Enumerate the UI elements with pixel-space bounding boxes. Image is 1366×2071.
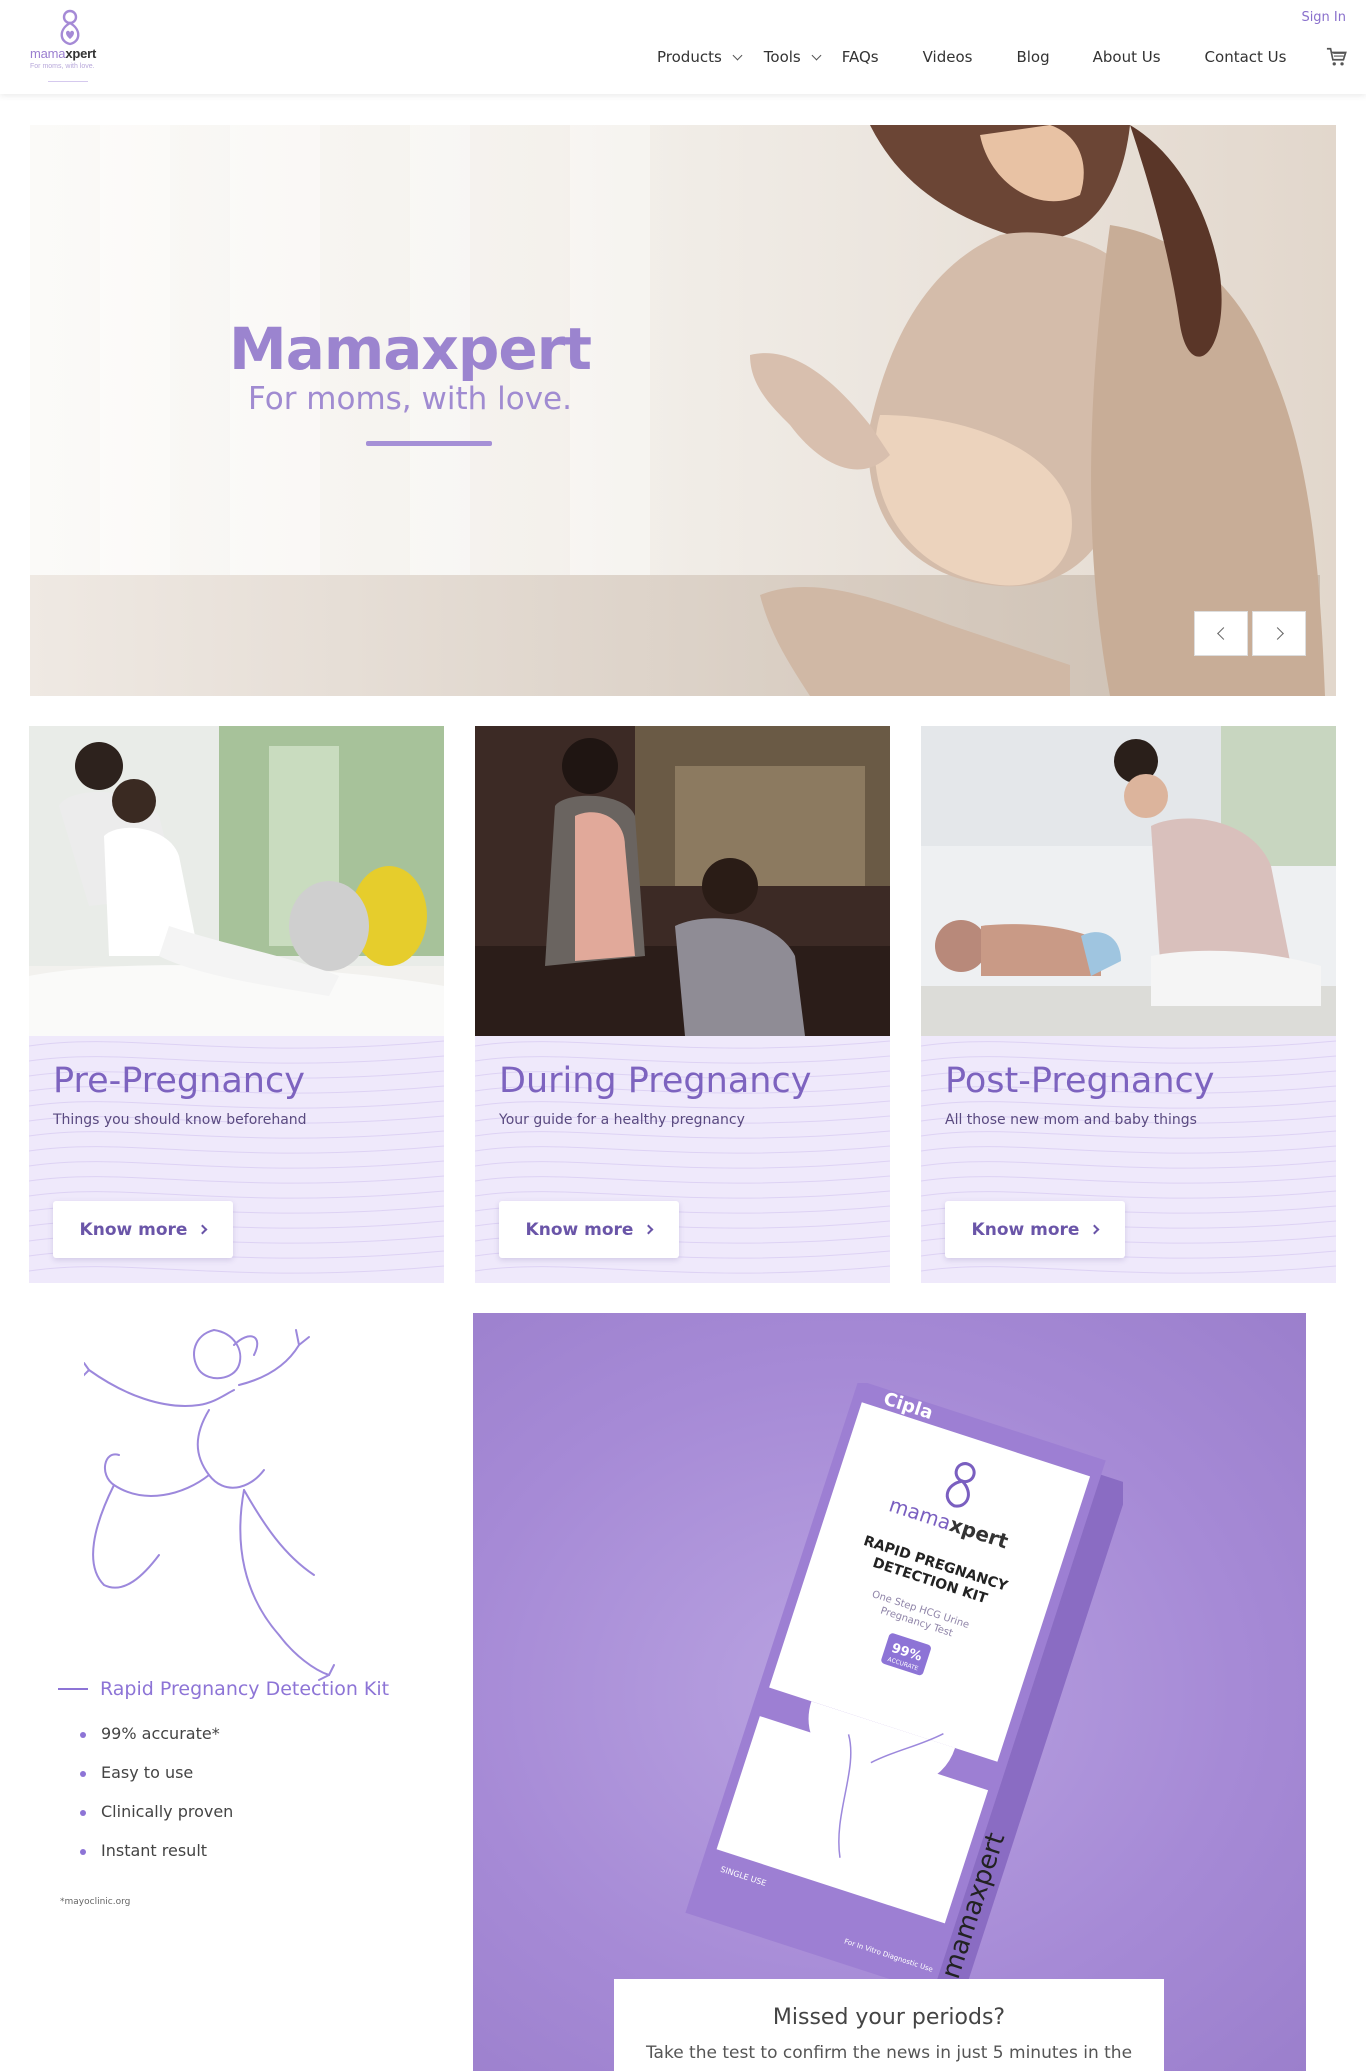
nav-blog[interactable]: Blog — [1016, 48, 1049, 66]
sign-in-link[interactable]: Sign In — [1301, 10, 1346, 25]
mamaxpert-logo[interactable]: mamaxpert For moms, with love. — [28, 6, 113, 84]
pregnancy-kit-box-image: Cipla mamaxpert RAPID PREGNANCY DETECTIO… — [685, 1383, 1123, 2003]
card-subtitle: Things you should know beforehand — [53, 1112, 307, 1128]
kit-heading-text: Rapid Pregnancy Detection Kit — [100, 1678, 390, 1700]
nav-faqs[interactable]: FAQs — [842, 48, 879, 66]
nav-tools-label: Tools — [763, 48, 801, 66]
card-title: Post-Pregnancy — [945, 1061, 1215, 1101]
missed-periods-title: Missed your periods? — [772, 2005, 1006, 2030]
chevron-right-icon — [1089, 1224, 1100, 1235]
carousel-prev-button[interactable] — [1194, 611, 1248, 656]
kit-feature-list: 99% accurate* Easy to use Clinically pro… — [80, 1724, 233, 1880]
card-subtitle: All those new mom and baby things — [945, 1112, 1197, 1128]
hero-carousel: Mamaxpert For moms, with love. — [30, 125, 1336, 696]
nav-tools[interactable]: Tools — [763, 48, 822, 66]
chevron-down-icon — [732, 50, 743, 60]
nav-contact-us[interactable]: Contact Us — [1205, 48, 1287, 66]
hero-subtitle: For moms, with love. — [248, 381, 572, 417]
hero-title: Mamaxpert — [228, 315, 592, 383]
footnote: *mayoclinic.org — [60, 1897, 131, 1907]
know-more-button[interactable]: Know more — [945, 1201, 1125, 1258]
kit-feature: Easy to use — [80, 1763, 233, 1802]
pregnant-woman-image — [750, 125, 1325, 696]
dancing-woman-illustration — [84, 1329, 335, 1681]
know-more-button[interactable]: Know more — [499, 1201, 679, 1258]
nav-about-us[interactable]: About Us — [1093, 48, 1161, 66]
nav-videos[interactable]: Videos — [923, 48, 973, 66]
site-header: mamaxpert For moms, with love. Sign In P… — [0, 0, 1366, 94]
expecting-couple-image — [475, 726, 890, 1036]
logo-divider — [48, 81, 88, 82]
chevron-down-icon — [811, 50, 822, 60]
card-subtitle: Your guide for a healthy pregnancy — [499, 1112, 745, 1128]
kit-feature: 99% accurate* — [80, 1724, 233, 1763]
kit-heading: Rapid Pregnancy Detection Kit — [58, 1678, 389, 1700]
know-more-label: Know more — [971, 1219, 1080, 1240]
chevron-right-icon — [643, 1224, 654, 1235]
nav-products-label: Products — [657, 48, 722, 66]
logo-tagline: For moms, with love. — [30, 63, 95, 70]
logo-wordmark: mamaxpert — [30, 46, 97, 61]
card-post-pregnancy: Post-Pregnancy All those new mom and bab… — [921, 726, 1336, 1283]
kit-feature: Instant result — [80, 1841, 233, 1880]
know-more-label: Know more — [525, 1219, 634, 1240]
chevron-right-icon — [1270, 627, 1284, 640]
carousel-next-button[interactable] — [1252, 611, 1306, 656]
card-title: During Pregnancy — [499, 1061, 812, 1101]
know-more-label: Know more — [79, 1219, 188, 1240]
main-nav: Products Tools FAQs Videos Blog About Us… — [640, 45, 1286, 69]
heading-dash — [58, 1688, 88, 1690]
hero-underline — [366, 441, 492, 446]
missed-periods-callout: Missed your periods? Take the test to co… — [614, 1979, 1164, 2071]
missed-periods-text: Take the test to confirm the news in jus… — [645, 2043, 1133, 2063]
card-pre-pregnancy: Pre-Pregnancy Things you should know bef… — [29, 726, 444, 1283]
nav-products[interactable]: Products — [657, 48, 743, 66]
logo-mark-icon — [60, 9, 80, 46]
mother-baby-image — [921, 726, 1336, 1036]
card-during-pregnancy: During Pregnancy Your guide for a health… — [475, 726, 890, 1283]
chevron-left-icon — [1216, 627, 1230, 640]
cart-icon[interactable] — [1326, 46, 1348, 68]
product-panel: Cipla mamaxpert RAPID PREGNANCY DETECTIO… — [473, 1313, 1306, 2071]
card-title: Pre-Pregnancy — [53, 1061, 305, 1101]
chevron-right-icon — [197, 1224, 208, 1235]
couple-relaxing-image — [29, 726, 444, 1036]
kit-feature: Clinically proven — [80, 1802, 233, 1841]
know-more-button[interactable]: Know more — [53, 1201, 233, 1258]
